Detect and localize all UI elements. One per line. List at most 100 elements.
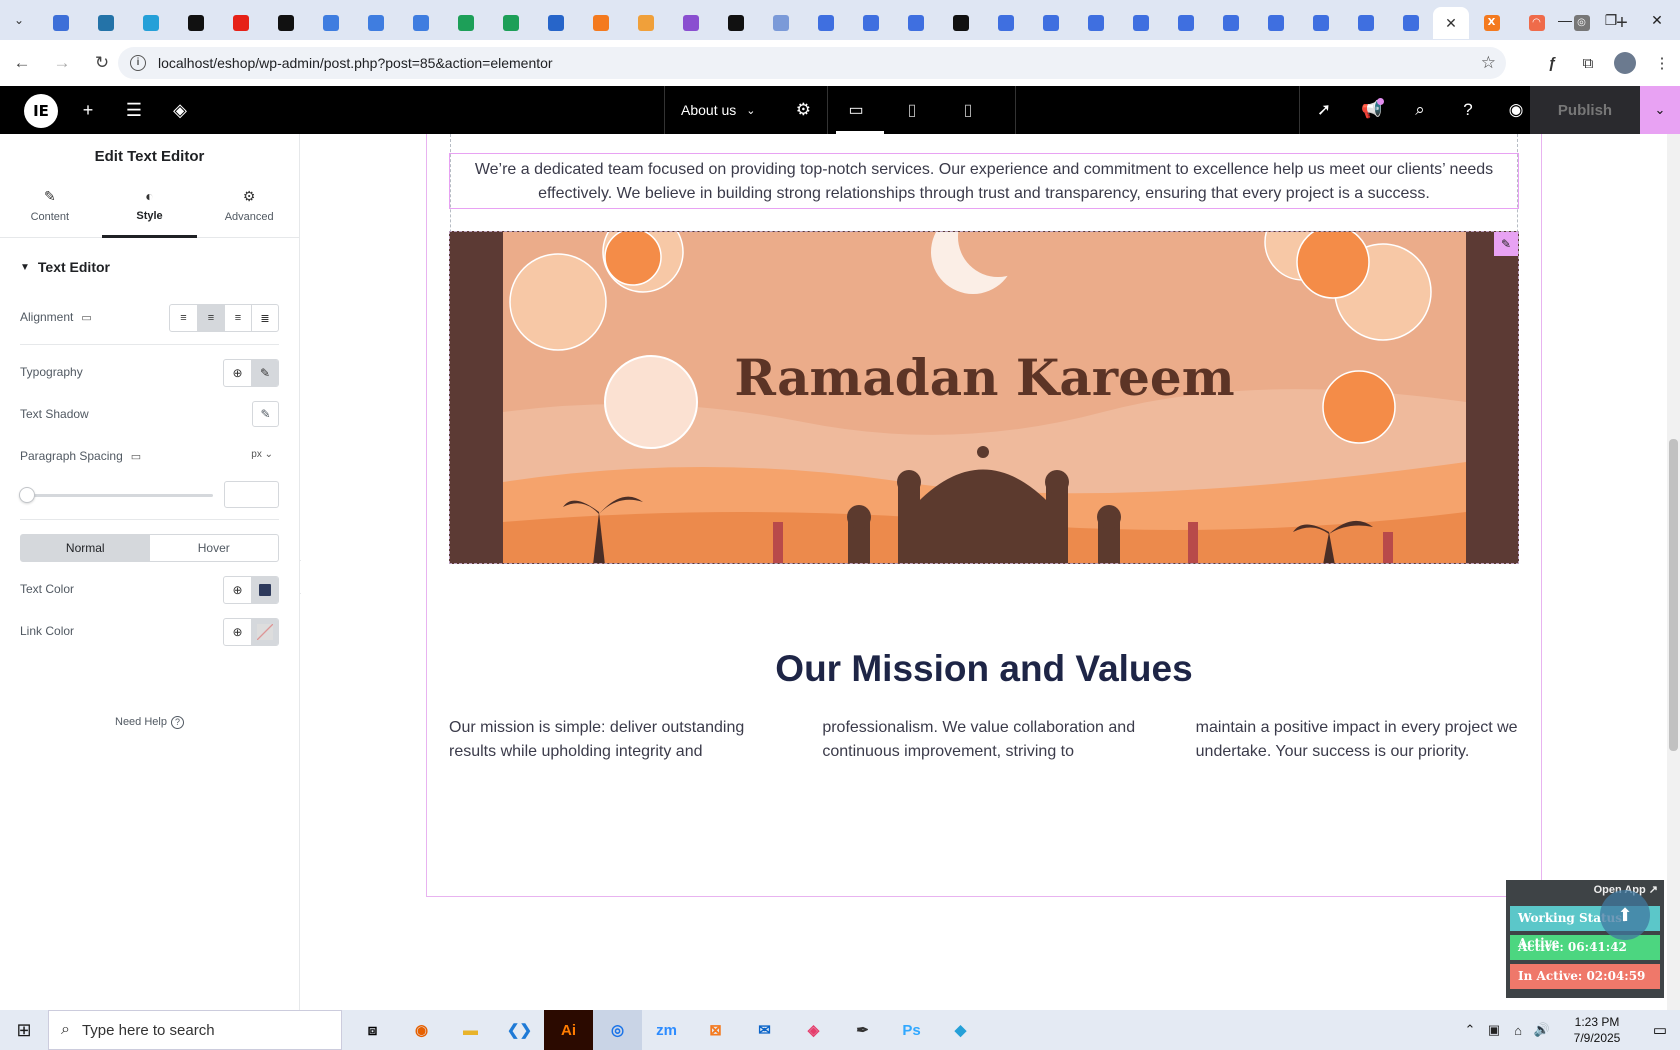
need-help-link[interactable]: Need Help? xyxy=(0,716,299,729)
browser-tab[interactable] xyxy=(623,7,668,39)
active-tab[interactable]: ✕ xyxy=(1433,7,1469,39)
rocket-icon[interactable]: ➚ xyxy=(1300,86,1348,134)
link-color-swatch[interactable] xyxy=(251,619,278,645)
publish-button[interactable]: Publish xyxy=(1530,86,1640,134)
profile-avatar[interactable] xyxy=(1614,52,1636,74)
browser-tab[interactable] xyxy=(1073,7,1118,39)
app-icon[interactable]: ◆ xyxy=(936,1010,985,1050)
edit-pencil-icon[interactable]: ✎ xyxy=(252,401,279,427)
windows-start-icon[interactable]: ⊞ xyxy=(0,1010,48,1050)
browser-tab[interactable] xyxy=(308,7,353,39)
browser-tab[interactable] xyxy=(938,7,983,39)
browser-tab[interactable] xyxy=(533,7,578,39)
browser-tab[interactable] xyxy=(398,7,443,39)
browser-tab[interactable] xyxy=(173,7,218,39)
browser-tab[interactable] xyxy=(1343,7,1388,39)
site-info-icon[interactable]: i xyxy=(130,55,146,71)
close-window-icon[interactable]: ✕ xyxy=(1634,0,1680,40)
slider-handle[interactable] xyxy=(19,487,35,503)
browser-tab[interactable] xyxy=(488,7,533,39)
creative-cloud-icon[interactable]: ◈ xyxy=(789,1010,838,1050)
global-icon[interactable]: ⊕ xyxy=(224,360,251,386)
browser-tab[interactable] xyxy=(83,7,128,39)
url-text[interactable]: localhost/eshop/wp-admin/post.php?post=8… xyxy=(158,55,553,71)
browser-tab[interactable] xyxy=(443,7,488,39)
text-color-swatch[interactable] xyxy=(251,577,278,603)
vscode-icon[interactable]: ❮❯ xyxy=(495,1010,544,1050)
tab-content[interactable]: ✎ Content xyxy=(0,180,100,237)
file-explorer-icon[interactable]: ▬ xyxy=(446,1010,495,1050)
photoshop-icon[interactable]: Ps xyxy=(887,1010,936,1050)
notifications-icon[interactable]: ▭ xyxy=(1640,1021,1680,1039)
firefox-icon[interactable]: ◉ xyxy=(397,1010,446,1050)
edit-widget-pencil-icon[interactable]: ✎ xyxy=(1494,232,1518,256)
intro-text-widget[interactable]: We’re a dedicated team focused on provid… xyxy=(449,153,1519,209)
browser-tab[interactable] xyxy=(353,7,398,39)
chevron-down-icon[interactable]: ⌄ xyxy=(746,104,755,117)
mission-column-text[interactable]: professionalism. We value collaboration … xyxy=(822,716,1145,764)
publish-options-chevron-icon[interactable]: ⌄ xyxy=(1640,86,1680,134)
help-icon[interactable]: ? xyxy=(1444,86,1492,134)
browser-tab[interactable] xyxy=(1298,7,1343,39)
browser-tab[interactable] xyxy=(1388,7,1433,39)
global-icon[interactable]: ⊕ xyxy=(224,619,251,645)
tab-advanced[interactable]: ⚙ Advanced xyxy=(199,180,299,237)
ramadan-banner-image[interactable]: Ramadan Kareem ✎ xyxy=(449,231,1519,564)
align-justify-icon[interactable]: ≣ xyxy=(251,305,278,331)
outlook-icon[interactable]: ✉ xyxy=(740,1010,789,1050)
volume-icon[interactable]: 🔊 xyxy=(1530,1022,1554,1038)
vertical-scrollbar[interactable] xyxy=(1667,134,1680,1010)
browser-tab[interactable] xyxy=(263,7,308,39)
state-hover-tab[interactable]: Hover xyxy=(150,535,279,561)
add-element-icon[interactable]: + xyxy=(68,86,108,134)
browser-tab[interactable] xyxy=(128,7,173,39)
browser-tab[interactable] xyxy=(983,7,1028,39)
browser-tab[interactable] xyxy=(1208,7,1253,39)
align-left-icon[interactable]: ≡ xyxy=(170,305,197,331)
desktop-small-icon[interactable]: ▭ xyxy=(131,450,141,463)
browser-tab[interactable] xyxy=(578,7,623,39)
chrome-icon[interactable]: ◎ xyxy=(593,1010,642,1050)
browser-tab[interactable] xyxy=(1028,7,1073,39)
page-selector[interactable]: About us ⌄ ⚙ xyxy=(664,86,828,134)
browser-tab[interactable] xyxy=(848,7,893,39)
browser-tab[interactable] xyxy=(713,7,758,39)
taskbar-search-box[interactable]: ⌕ Type here to search xyxy=(48,1010,342,1050)
restore-icon[interactable]: ❐ xyxy=(1588,0,1634,40)
unit-selector[interactable]: px ⌄ xyxy=(251,449,273,460)
site-settings-icon[interactable]: ☰ xyxy=(114,86,154,134)
browser-tab[interactable] xyxy=(803,7,848,39)
forward-icon[interactable]: → xyxy=(44,45,80,81)
tab-xampp[interactable]: X xyxy=(1469,7,1514,39)
section-toggle[interactable]: ▼ Text Editor xyxy=(0,238,299,296)
state-normal-tab[interactable]: Normal xyxy=(21,535,150,561)
tab-style[interactable]: ◐ Style xyxy=(100,180,200,238)
mission-column-text[interactable]: maintain a positive impact in every proj… xyxy=(1196,716,1519,764)
structure-layers-icon[interactable]: ◈ xyxy=(160,86,200,134)
tray-app-icon[interactable]: ▣ xyxy=(1482,1022,1506,1038)
edit-pencil-icon[interactable]: ✎ xyxy=(251,360,278,386)
back-icon[interactable]: ← xyxy=(4,45,40,81)
mission-heading[interactable]: Our Mission and Values xyxy=(449,648,1519,690)
reload-icon[interactable]: ↻ xyxy=(84,45,120,81)
finder-search-icon[interactable]: ⌕ xyxy=(1396,86,1444,134)
mobile-icon[interactable]: ▯ xyxy=(940,86,996,134)
page-settings-gear-icon[interactable]: ⚙ xyxy=(796,100,811,120)
elementor-logo-icon[interactable]: IE xyxy=(24,94,58,128)
pen-tool-icon[interactable]: ✒ xyxy=(838,1010,887,1050)
global-icon[interactable]: ⊕ xyxy=(224,577,251,603)
tray-chevron-icon[interactable]: ⌃ xyxy=(1458,1022,1482,1038)
desktop-small-icon[interactable]: ▭ xyxy=(81,311,91,324)
browser-tab[interactable] xyxy=(668,7,713,39)
close-tab-icon[interactable]: ✕ xyxy=(1445,15,1457,32)
extension-f-icon[interactable]: ƒ xyxy=(1534,47,1570,79)
browser-tab[interactable] xyxy=(38,7,83,39)
slider-track[interactable] xyxy=(20,494,213,497)
scrollbar-thumb[interactable] xyxy=(1669,439,1678,751)
scroll-to-top-arrow-icon[interactable]: ⬆ xyxy=(1600,890,1650,940)
extensions-puzzle-icon[interactable]: ⧉ xyxy=(1570,47,1606,79)
browser-tab[interactable] xyxy=(1118,7,1163,39)
browser-tab[interactable] xyxy=(1163,7,1208,39)
paragraph-spacing-input[interactable] xyxy=(224,481,279,508)
task-view-icon[interactable]: ⧈ xyxy=(348,1010,397,1050)
